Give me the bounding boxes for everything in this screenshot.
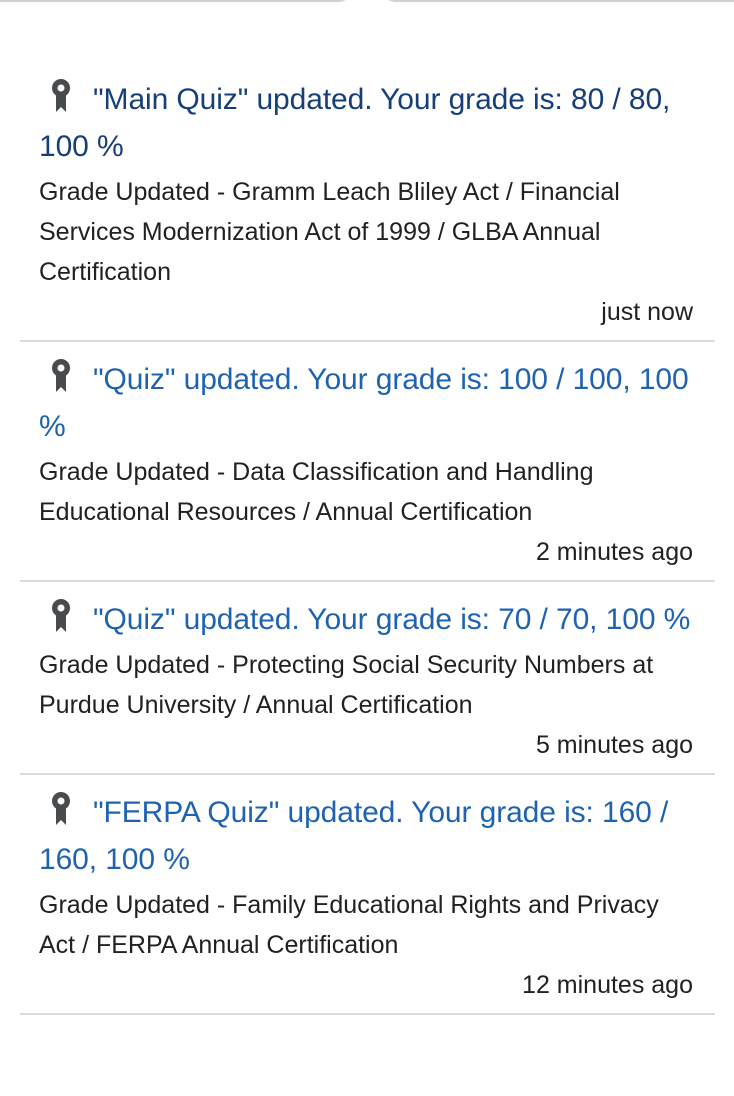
notification-item[interactable]: "Quiz" updated. Your grade is: 70 / 70, … — [20, 582, 715, 775]
notification-description: Grade Updated - Gramm Leach Bliley Act /… — [39, 178, 620, 286]
notification-description: Grade Updated - Data Classification and … — [39, 458, 594, 526]
notification-item[interactable]: "Quiz" updated. Your grade is: 100 / 100… — [20, 342, 715, 582]
notification-title-link[interactable]: "Quiz" updated. Your grade is: 100 / 100… — [39, 356, 693, 450]
award-ribbon-icon — [52, 79, 70, 112]
notification-title-text: "Quiz" updated. Your grade is: 70 / 70, … — [93, 603, 691, 636]
notification-description: Grade Updated - Protecting Social Securi… — [39, 651, 654, 719]
notification-description: Grade Updated - Family Educational Right… — [39, 891, 659, 959]
award-ribbon-icon — [52, 359, 70, 392]
notification-title-link[interactable]: "Main Quiz" updated. Your grade is: 80 /… — [39, 76, 693, 170]
notification-title-text: "Main Quiz" updated. Your grade is: 80 /… — [39, 83, 671, 163]
notification-timestamp: 12 minutes ago — [522, 971, 693, 999]
notification-title-link[interactable]: "FERPA Quiz" updated. Your grade is: 160… — [39, 789, 693, 883]
notification-title-text: "Quiz" updated. Your grade is: 100 / 100… — [39, 363, 689, 443]
notifications-dropdown: "Main Quiz" updated. Your grade is: 80 /… — [0, 0, 734, 1096]
notification-list: "Main Quiz" updated. Your grade is: 80 /… — [20, 62, 715, 1015]
notification-timestamp: just now — [601, 298, 693, 326]
award-ribbon-icon — [52, 792, 70, 825]
notification-item[interactable]: "Main Quiz" updated. Your grade is: 80 /… — [20, 62, 715, 342]
notification-title-link[interactable]: "Quiz" updated. Your grade is: 70 / 70, … — [39, 596, 693, 643]
notification-timestamp: 5 minutes ago — [535, 731, 693, 759]
award-ribbon-icon — [52, 599, 70, 632]
notification-title-text: "FERPA Quiz" updated. Your grade is: 160… — [39, 796, 669, 876]
dropdown-caret — [0, 0, 734, 2]
notification-timestamp: 2 minutes ago — [535, 538, 693, 566]
notification-item[interactable]: "FERPA Quiz" updated. Your grade is: 160… — [20, 775, 715, 1015]
